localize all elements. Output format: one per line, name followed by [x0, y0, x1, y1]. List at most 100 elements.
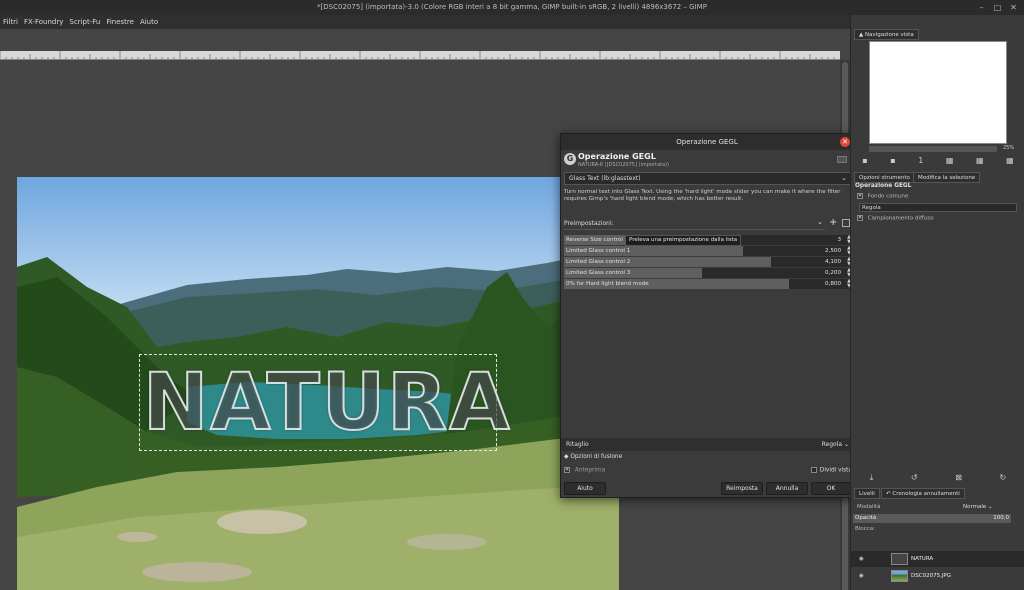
- menu-aiuto[interactable]: Aiuto: [137, 15, 161, 29]
- dialog-button-row: Aiuto Reimposta Annulla OK: [561, 482, 853, 496]
- slider-value[interactable]: 0,800: [825, 279, 841, 289]
- slider-row[interactable]: 0% for Hard light blend mode0,800▲▼: [564, 279, 852, 289]
- tool-clip-select[interactable]: Regola: [859, 203, 1017, 212]
- operation-select-value: Glass Text (lb:glasstext): [569, 175, 641, 182]
- cancel-button[interactable]: Annulla: [766, 482, 808, 495]
- preset-menu-icon[interactable]: [842, 219, 850, 227]
- navigation-zoom-slider[interactable]: [869, 146, 997, 152]
- minimize-icon[interactable]: –: [977, 3, 986, 12]
- reset-button[interactable]: Reimposta: [721, 482, 763, 495]
- tab-undo-history[interactable]: ↶ Cronologia annullamenti: [881, 488, 965, 499]
- help-button[interactable]: Aiuto: [564, 482, 606, 495]
- tab-selection-editor[interactable]: Modifica la selezione: [913, 172, 981, 183]
- sample-merged-checkbox[interactable]: ✕: [857, 193, 863, 199]
- dialog-close-icon[interactable]: ✕: [840, 137, 850, 147]
- eye-icon[interactable]: ◉: [859, 568, 864, 584]
- ruler-ticks: [0, 51, 835, 59]
- clipping-label: Ritaglio: [566, 441, 589, 448]
- navigation-icon-row: ▪ ▪ 1 ▦ ▦ ▦: [851, 156, 1024, 165]
- navigation-preview[interactable]: [869, 41, 1007, 144]
- tool-options-icon-row: ⤓ ↺ ⊠ ↻: [851, 473, 1024, 483]
- expander-icon: ◆: [564, 454, 569, 460]
- preview-row: ✕ Anteprima Dividi vista: [564, 467, 852, 474]
- delete-options-icon[interactable]: ⊠: [955, 473, 962, 483]
- dialog-titlebar[interactable]: Operazione GEGL ✕: [561, 134, 853, 150]
- text-layer-thumb: [891, 553, 908, 565]
- tab-navigation-label: Navigazione vista: [864, 32, 914, 38]
- menu-filtri[interactable]: Filtri: [0, 15, 21, 29]
- slider-value[interactable]: 4,100: [825, 257, 841, 267]
- dialog-title: Operazione GEGL: [676, 138, 738, 146]
- tool-options-heading: Operazione GEGL: [855, 183, 912, 189]
- dialog-subheading: NATURA-6 ([DSC02075] (importata)): [578, 162, 669, 168]
- slider-value[interactable]: 3: [837, 235, 841, 245]
- tab-navigation[interactable]: ▲ Navigazione vista: [854, 29, 919, 40]
- preview-label: Anteprima: [574, 467, 606, 474]
- diffuse-sampling-checkbox[interactable]: ✕: [857, 215, 863, 221]
- add-preset-icon[interactable]: +: [829, 217, 837, 228]
- slider-value[interactable]: 0,200: [825, 268, 841, 278]
- zoom-fit-icon[interactable]: ▦: [946, 156, 954, 165]
- zoom-one-icon[interactable]: 1: [918, 156, 923, 165]
- maximize-icon[interactable]: □: [993, 3, 1002, 12]
- tab-layers[interactable]: Livelli: [854, 488, 880, 499]
- slider-value[interactable]: 2,500: [825, 246, 841, 256]
- window-controls: – □ ✕: [977, 3, 1018, 12]
- gegl-logo-icon: G: [564, 153, 576, 165]
- slider-row[interactable]: Limited Glass control 12,500▲▼: [564, 246, 852, 256]
- right-dock: ▲ Navigazione vista 25% ▪ ▪ 1 ▦ ▦ ▦ Opzi…: [850, 15, 1024, 590]
- mode-label: Modalità: [857, 504, 881, 510]
- layer-row[interactable]: ◉ NATURA: [851, 551, 1024, 567]
- slider-row[interactable]: Limited Glass control 24,100▲▼: [564, 257, 852, 267]
- zoom-in-icon[interactable]: ▪: [890, 156, 895, 165]
- shrink-wrap-icon[interactable]: ▦: [1006, 156, 1014, 165]
- slider-row[interactable]: Limited Glass control 30,200▲▼: [564, 268, 852, 278]
- slider-label: Limited Glass control 3: [566, 270, 631, 276]
- clipping-row[interactable]: Ritaglio Regola ⌄: [561, 438, 853, 451]
- gegl-operation-dialog: Operazione GEGL ✕ G Operazione GEGL NATU…: [560, 133, 854, 498]
- image-layer-thumb: [891, 570, 908, 582]
- diffuse-sampling-label: Campionamento diffuso: [867, 215, 934, 222]
- glass-text-natura[interactable]: NATURA: [142, 355, 512, 451]
- ok-button[interactable]: OK: [811, 482, 851, 495]
- image-photo[interactable]: NATURA: [17, 177, 619, 590]
- eye-icon[interactable]: ◉: [859, 551, 864, 567]
- sample-merged-label: Fondo comune: [867, 193, 909, 200]
- chevron-down-icon: ⌄: [841, 174, 847, 182]
- horizontal-ruler[interactable]: [0, 51, 840, 60]
- menu-script-fu[interactable]: Script-Fu: [66, 15, 103, 29]
- clipping-select[interactable]: Regola ⌄: [822, 438, 849, 451]
- window-title: *[DSC02075] (importata)-3.0 (Colore RGB …: [317, 3, 707, 11]
- slider-label: 0% for Hard light blend mode: [566, 281, 649, 287]
- zoom-out-icon[interactable]: ▪: [862, 156, 867, 165]
- opacity-slider[interactable]: Opacità 100,0: [853, 514, 1011, 523]
- operation-select[interactable]: Glass Text (lb:glasstext) ⌄: [564, 172, 852, 185]
- presets-label: Preimpostazioni:: [564, 220, 614, 227]
- preview-checkbox[interactable]: ✕: [564, 467, 570, 473]
- close-icon[interactable]: ✕: [1009, 3, 1018, 12]
- split-view-toggle[interactable]: Dividi vista: [810, 467, 852, 474]
- blend-options-expander[interactable]: ◆ Opzioni di fusione: [564, 454, 622, 460]
- save-options-icon[interactable]: ⤓: [870, 473, 874, 483]
- layer-row[interactable]: ◉ DSC02075.JPG: [851, 568, 1024, 584]
- tab-tool-options[interactable]: Opzioni strumento: [854, 172, 915, 183]
- menu-fx-foundry[interactable]: FX-Foundry: [21, 15, 66, 29]
- sample-merged-option[interactable]: ✕ Fondo comune: [857, 193, 908, 200]
- navigation-icon: ▲: [859, 32, 864, 38]
- split-view-checkbox[interactable]: [810, 467, 817, 473]
- menu-finestre[interactable]: Finestre: [103, 15, 137, 29]
- menubar: Filtri FX-Foundry Script-Fu Finestre Aiu…: [0, 15, 850, 29]
- split-view-label: Dividi vista: [819, 467, 852, 474]
- reset-options-icon[interactable]: ↻: [999, 473, 1006, 483]
- undo-history-icon: ↶: [886, 491, 891, 497]
- zoom-fill-icon[interactable]: ▦: [976, 156, 984, 165]
- operation-description: Turn normal text into Glass Text. Using …: [564, 189, 841, 203]
- slider-label: Limited Glass control 2: [566, 259, 631, 265]
- dialog-menu-icon[interactable]: [837, 156, 847, 163]
- mode-select[interactable]: Normale ⌄: [963, 503, 1007, 512]
- slider-label: Reverse Size control: [566, 237, 623, 243]
- restore-options-icon[interactable]: ↺: [911, 473, 918, 483]
- opacity-value: 100,0: [993, 515, 1009, 521]
- layer-name: NATURA: [911, 556, 934, 562]
- diffuse-sampling-option[interactable]: ✕ Campionamento diffuso: [857, 215, 934, 222]
